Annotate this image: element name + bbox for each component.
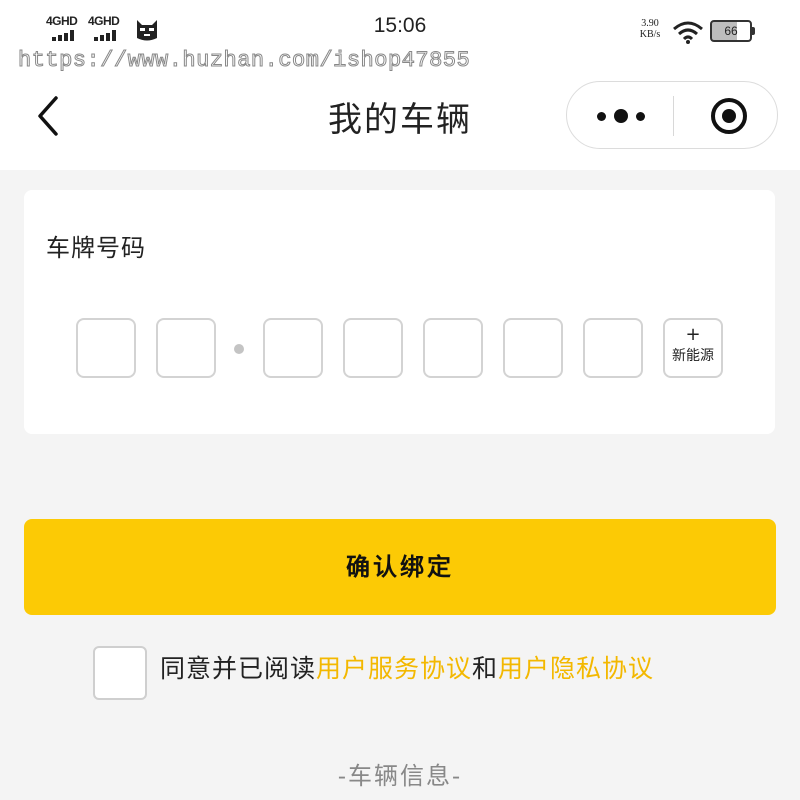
cellular-signal-icon: 4GHD — [88, 14, 130, 44]
mini-program-capsule — [566, 81, 778, 149]
network-type-label: 4GHD — [46, 14, 78, 28]
agreement-text: 同意并已阅读用户服务协议和用户隐私协议 — [160, 652, 654, 686]
agreement-checkbox[interactable] — [93, 646, 147, 700]
cellular-signal-icon: 4GHD — [46, 14, 88, 44]
vehicle-info-section-title: -车辆信息- — [337, 762, 463, 790]
plate-char-box-5[interactable] — [423, 318, 483, 378]
capsule-divider — [673, 96, 674, 136]
network-type-label: 4GHD — [88, 14, 120, 28]
battery-level: 66 — [710, 20, 752, 42]
user-service-agreement-link[interactable]: 用户服务协议 — [316, 654, 472, 683]
plate-char-box-2[interactable] — [156, 318, 216, 378]
target-close-icon[interactable] — [709, 96, 749, 136]
watermark-text: https://www.huzhan.com/ishop47855 — [17, 48, 471, 74]
plate-number-card: 车牌号码 + 新能源 — [24, 190, 775, 434]
network-speed: 3.90 KB/s — [630, 18, 670, 40]
wifi-icon — [673, 21, 703, 44]
plate-char-box-1[interactable] — [76, 318, 136, 378]
agreement-prefix: 同意并已阅读 — [160, 654, 317, 683]
clock: 15:06 — [373, 14, 427, 37]
new-energy-button[interactable]: + 新能源 — [663, 318, 723, 378]
network-speed-value: 3.90 — [641, 18, 659, 29]
plate-char-box-7[interactable] — [583, 318, 643, 378]
more-dots-icon[interactable] — [597, 104, 645, 128]
page-title: 我的车辆 — [328, 100, 472, 140]
plate-char-box-6[interactable] — [503, 318, 563, 378]
confirm-bind-button[interactable]: 确认绑定 — [24, 519, 776, 615]
plate-number-label: 车牌号码 — [46, 234, 146, 262]
plate-char-box-4[interactable] — [343, 318, 403, 378]
network-speed-unit: KB/s — [639, 29, 661, 40]
app-notification-icon — [137, 20, 157, 41]
privacy-agreement-link[interactable]: 用户隐私协议 — [498, 654, 654, 683]
battery-icon: 66 — [710, 20, 755, 42]
plate-char-box-3[interactable] — [263, 318, 323, 378]
new-energy-label: 新能源 — [672, 348, 714, 364]
chevron-left-icon[interactable] — [30, 94, 66, 138]
plate-separator-dot — [234, 344, 244, 354]
plus-icon: + — [685, 324, 701, 345]
agreement-conjunction: 和 — [472, 654, 499, 683]
